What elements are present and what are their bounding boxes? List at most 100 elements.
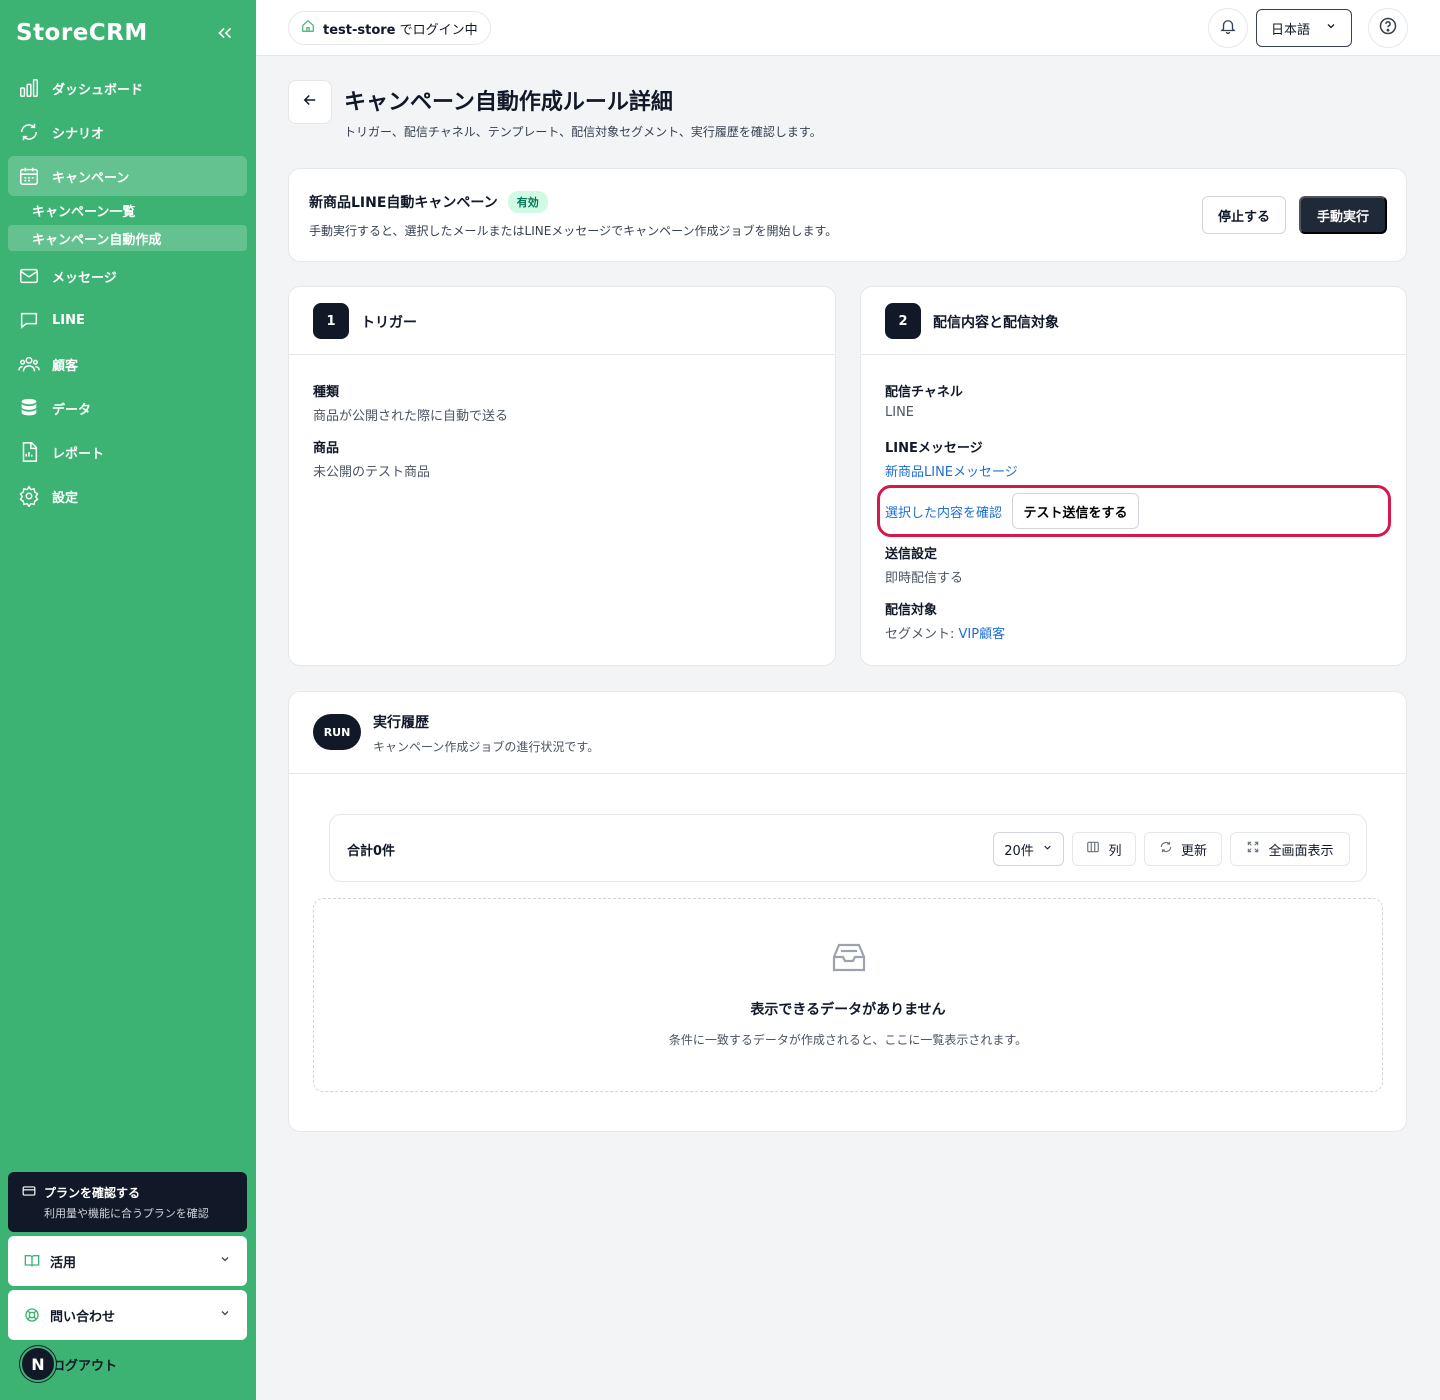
refresh-icon [18,121,40,143]
page-subtitle: トリガー、配信チャネル、テンプレート、配信対象セグメント、実行履歴を確認します。 [344,125,822,139]
nav-scenario[interactable]: シナリオ [8,112,247,152]
page-title: キャンペーン自動作成ルール詳細 [344,90,673,115]
accordion-label: 問い合わせ [50,1309,116,1325]
nav-label: シナリオ [52,126,105,142]
back-button[interactable] [288,80,332,124]
total-count: 合計0件 [347,844,396,859]
stop-button[interactable]: 停止する [1202,196,1286,234]
nav-settings[interactable]: 設定 [8,476,247,516]
plan-subtitle: 利用量や機能に合うプランを確認 [44,1207,209,1220]
columns-icon [1086,840,1100,858]
nav-campaign[interactable]: キャンペーン [8,156,247,196]
nav-label: データ [52,402,92,418]
page-size-value: 20件 [1004,843,1034,859]
nav-message[interactable]: メッセージ [8,256,247,296]
collapse-sidebar-icon[interactable] [214,22,236,44]
send-setting-value: 即時配信する [885,571,964,586]
refresh-icon [1159,840,1173,858]
step-number: 1 [313,303,349,339]
empty-subtitle: 条件に一致するデータが作成されると、ここに一覧表示されます。 [668,1033,1028,1047]
bar-chart-icon [18,77,40,99]
lifebuoy-icon [24,1307,40,1323]
nav-label: メッセージ [52,270,117,286]
status-badge: 有効 [507,191,548,213]
chevron-down-icon [1042,842,1053,857]
columns-label: 列 [1108,843,1122,859]
line-message-link[interactable]: 新商品LINEメッセージ [885,461,1018,480]
empty-state: 表示できるデータがありません 条件に一致するデータが作成されると、ここに一覧表示… [313,898,1383,1092]
mail-icon [18,265,40,287]
users-icon [18,353,40,375]
chevron-down-icon [219,1307,231,1323]
highlight-annotation [877,485,1391,537]
campaign-description: 手動実行すると、選択したメールまたはLINEメッセージでキャンペーン作成ジョブを… [309,224,838,238]
nav-label: 設定 [52,490,79,506]
logout-label: ログアウト [52,1358,118,1374]
target-prefix: セグメント: [885,627,959,642]
nav-line[interactable]: LINE [8,300,247,340]
help-icon [1378,16,1398,40]
inbox-icon [830,941,868,979]
columns-button[interactable]: 列 [1072,832,1136,866]
sub-campaign-list[interactable]: キャンペーン一覧 [8,197,247,223]
nav-label: LINE [52,312,85,328]
notification-button[interactable] [1208,8,1248,48]
channel-value: LINE [885,405,915,420]
plan-card[interactable]: プランを確認する 利用量や機能に合うプランを確認 [8,1172,247,1232]
segment-link[interactable]: VIP顧客 [959,627,1006,642]
campaign-summary-card: 新商品LINE自動キャンペーン 有効 手動実行すると、選択したメールまたはLIN… [288,168,1407,262]
chevron-down-icon [1325,20,1337,36]
field-label: LINEメッセージ [885,441,983,456]
fullscreen-button[interactable]: 全画面表示 [1230,832,1350,866]
sub-campaign-auto[interactable]: キャンペーン自動作成 [8,225,247,251]
nav-data[interactable]: データ [8,388,247,428]
plan-title: プランを確認する [44,1186,141,1200]
help-button[interactable] [1368,8,1408,48]
field-label: 配信チャネル [885,385,963,400]
field-label: 送信設定 [885,547,938,562]
chevron-down-icon [219,1253,231,1269]
manual-run-button[interactable]: 手動実行 [1299,196,1387,234]
avatar[interactable]: N [20,1346,56,1382]
database-icon [18,397,40,419]
home-icon [301,19,315,37]
history-subtitle: キャンペーン作成ジョブの進行状況です。 [373,740,600,754]
nav-customers[interactable]: 顧客 [8,344,247,384]
page-size-select[interactable]: 20件 [993,832,1064,866]
arrow-left-icon [301,91,319,113]
field-label: 配信対象 [885,603,938,618]
trigger-type-value: 商品が公開された際に自動で送る [313,409,509,424]
gear-icon [18,485,40,507]
store-name: test-store [323,22,396,38]
store-chip[interactable]: test-store でログイン中 [288,11,491,45]
language-value: 日本語 [1271,22,1311,38]
step-number: 2 [885,303,921,339]
accordion-label: 活用 [50,1255,77,1271]
chat-icon [18,309,40,331]
nav-label: 顧客 [52,358,79,374]
accordion-contact[interactable]: 問い合わせ [8,1290,247,1340]
nav-dashboard[interactable]: ダッシュボード [8,68,247,108]
trigger-card: 1 トリガー 種類 商品が公開された際に自動で送る 商品 未公開のテスト商品 [288,286,836,666]
section-title: トリガー [361,315,417,331]
nav-label: ダッシュボード [52,82,144,98]
product-value: 未公開のテスト商品 [313,465,431,480]
refresh-label: 更新 [1180,843,1207,859]
fullscreen-label: 全画面表示 [1268,843,1334,859]
brand-logo[interactable]: StoreCRM [16,20,148,46]
logout-button[interactable]: N ログアウト [20,1346,117,1382]
refresh-button[interactable]: 更新 [1144,832,1222,866]
language-select[interactable]: 日本語 [1256,9,1352,47]
nav-label: レポート [52,446,105,462]
calendar-icon [18,165,40,187]
target-value: セグメント: VIP顧客 [885,623,1005,642]
nav-label: キャンペーン [52,170,130,186]
nav-report[interactable]: レポート [8,432,247,472]
accordion-usage[interactable]: 活用 [8,1236,247,1286]
credit-card-icon [22,1184,36,1201]
section-title: 実行履歴 [373,715,429,731]
field-label: 商品 [313,441,340,456]
expand-icon [1246,840,1260,858]
run-badge: RUN [313,714,361,750]
section-title: 配信内容と配信対象 [933,315,1059,331]
